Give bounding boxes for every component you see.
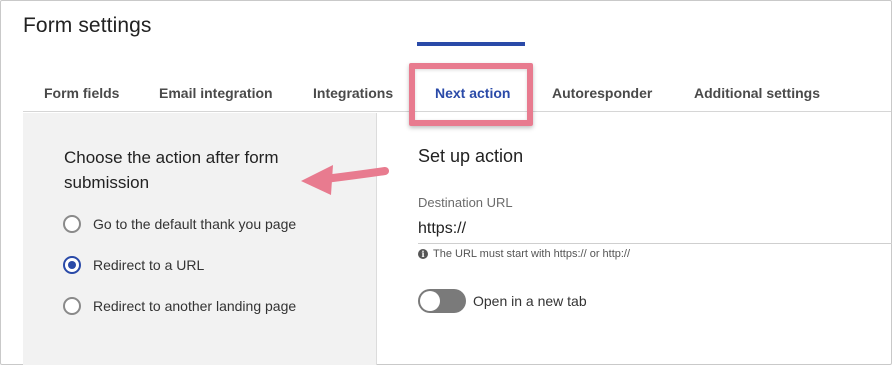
tab-additional-settings[interactable]: Additional settings	[694, 85, 820, 101]
tab-form-fields[interactable]: Form fields	[44, 85, 119, 101]
tab-email-integration[interactable]: Email integration	[159, 85, 273, 101]
destination-url-input[interactable]	[418, 214, 892, 244]
tab-integrations[interactable]: Integrations	[313, 85, 393, 101]
option-redirect-landing-page[interactable]: Redirect to another landing page	[63, 296, 296, 316]
option-label: Go to the default thank you page	[93, 216, 297, 232]
option-default-thank-you[interactable]: Go to the default thank you page	[63, 214, 296, 234]
tab-bar: Form fields Email integration Integratio…	[23, 67, 891, 112]
info-icon: i	[418, 249, 428, 259]
tab-next-action[interactable]: Next action	[435, 85, 510, 101]
toggle-knob	[420, 291, 440, 311]
tab-autoresponder[interactable]: Autoresponder	[552, 85, 652, 101]
form-settings-window: Form settings Form fields Email integrat…	[0, 0, 892, 365]
radio-redirect-landing-page[interactable]	[63, 297, 81, 315]
setup-action-heading: Set up action	[418, 146, 524, 166]
radio-default-thank-you[interactable]	[63, 215, 81, 233]
option-label: Redirect to a URL	[93, 257, 205, 273]
option-label: Redirect to another landing page	[93, 298, 297, 314]
active-tab-indicator	[417, 42, 525, 46]
radio-redirect-url[interactable]	[63, 256, 81, 274]
open-new-tab-toggle[interactable]	[418, 289, 466, 313]
url-helper-text: i The URL must start with https:// or ht…	[418, 248, 630, 260]
arrow-icon	[301, 165, 389, 195]
url-helper-message: The URL must start with https:// or http…	[433, 248, 631, 260]
open-new-tab-label: Open in a new tab	[473, 293, 587, 309]
destination-url-label: Destination URL	[418, 195, 513, 210]
option-redirect-url[interactable]: Redirect to a URL	[63, 255, 204, 275]
action-choice-heading: Choose the action after form submission	[64, 148, 279, 192]
page-title: Form settings	[23, 14, 152, 37]
